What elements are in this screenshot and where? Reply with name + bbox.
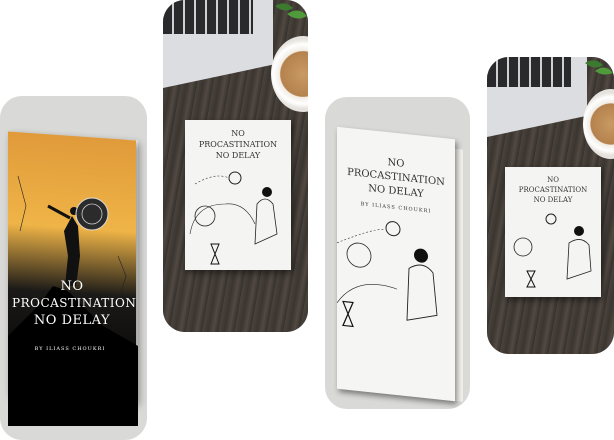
- line-art-illustration: [337, 221, 438, 328]
- book-title: NO PROCASTINATION NO DELAY: [505, 175, 601, 205]
- plant-leaves: [275, 3, 307, 19]
- title-line-1: NO: [547, 176, 559, 184]
- plant-leaves: [585, 60, 613, 75]
- title-line-1: NO: [231, 129, 245, 138]
- title-line-3: NO DELAY: [533, 196, 573, 204]
- book-cover-white: NO PROCASTINATION NO DELAY: [505, 167, 601, 297]
- laptop-keyboard: [487, 57, 571, 87]
- book-author: BY ILIASS CHOUKRI: [34, 346, 106, 352]
- title-line-3: NO DELAY: [33, 313, 111, 328]
- line-art-illustration: [189, 171, 278, 265]
- title-line-2: PROCASTINATION: [518, 186, 588, 194]
- book-title: NO PROCASTINATION NO DELAY: [12, 278, 137, 329]
- line-art-illustration: [513, 213, 592, 288]
- laptop-keyboard: [163, 0, 253, 34]
- title-line-2: PROCASTINATION: [198, 140, 278, 149]
- mockup-card-desk-1[interactable]: NO PROCASTINATION NO DELAY: [163, 0, 308, 332]
- title-line-2: PROCASTINATION: [12, 296, 137, 310]
- book-title: NO PROCASTINATION NO DELAY: [185, 128, 291, 161]
- book-cover-white: NO PROCASTINATION NO DELAY BY ILIASS CHO…: [337, 126, 455, 402]
- mockup-card-white-cover[interactable]: NO PROCASTINATION NO DELAY BY ILIASS CHO…: [325, 97, 470, 409]
- mockup-card-dark-cover[interactable]: NO PROCASTINATION NO DELAY BY ILIASS CHO…: [0, 96, 147, 440]
- title-line-1: NO: [60, 279, 84, 294]
- mockup-card-desk-2[interactable]: NO PROCASTINATION NO DELAY: [487, 57, 614, 354]
- book-cover-white: NO PROCASTINATION NO DELAY: [185, 120, 291, 270]
- book-title: NO PROCASTINATION NO DELAY: [337, 151, 455, 205]
- title-line-3: NO DELAY: [215, 151, 261, 160]
